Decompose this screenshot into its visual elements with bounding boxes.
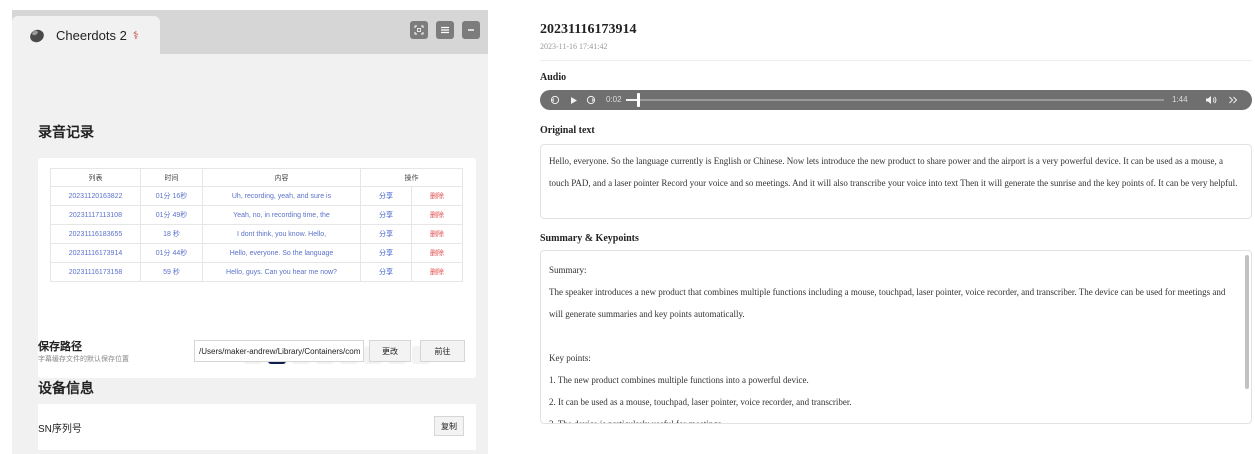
record-preview: Uh, recording, yeah, and sure is (202, 186, 361, 206)
table-row[interactable]: 20231117113108 01分 49秒 Yeah, no, in reco… (50, 205, 463, 225)
change-path-button[interactable]: 更改 (369, 340, 411, 362)
keypoint-item: 2. It can be used as a mouse, touchpad, … (549, 397, 852, 407)
save-path-input[interactable]: /Users/maker-andrew/Library/Containers/c… (194, 340, 364, 362)
header-content: 内容 (202, 168, 361, 187)
play-button[interactable] (566, 93, 580, 107)
keypoint-item: 3. The device is particularly useful for… (549, 419, 724, 424)
tab-cheerdots[interactable]: Cheerdots 2 ⚕ (12, 16, 160, 54)
header-actions: 操作 (360, 168, 463, 187)
seek-handle[interactable] (636, 93, 640, 107)
rewind-icon (550, 95, 560, 105)
double-chevron-right-icon (1229, 96, 1238, 104)
app-window: Cheerdots 2 ⚕ 录音记录 列表 时间 内容 操作 202311201… (12, 10, 488, 454)
share-button[interactable]: 分享 (360, 262, 412, 282)
seek-progress (626, 99, 637, 101)
record-id-link[interactable]: 20231116173914 (50, 243, 141, 263)
sn-label: SN序列号 (38, 424, 82, 435)
summary-text: The speaker introduces a new product tha… (549, 287, 1226, 319)
save-path-row: 保存路径 字幕缓存文件的默认保存位置 /Users/maker-andrew/L… (38, 336, 476, 370)
duration: 1:44 (1172, 95, 1188, 104)
share-button[interactable]: 分享 (360, 243, 412, 263)
record-date: 2023-11-16 17:41:42 (540, 42, 608, 51)
summary-heading: Summary: (549, 265, 587, 275)
table-row[interactable]: 20231116173914 01分 44秒 Hello, everyone. … (50, 243, 463, 263)
record-duration: 59 秒 (140, 262, 203, 282)
forward-button[interactable] (584, 93, 598, 107)
minimize-button[interactable] (462, 21, 480, 39)
share-button[interactable]: 分享 (360, 186, 412, 206)
summary-box[interactable]: Summary: The speaker introduces a new pr… (540, 250, 1252, 424)
save-path-title: 保存路径 (38, 341, 82, 353)
open-path-button[interactable]: 前往 (420, 340, 465, 362)
bluetooth-status-icon: ⚕ (132, 29, 139, 42)
sn-card: SN序列号 复制 (38, 404, 476, 450)
table-row[interactable]: 20231116173158 59 秒 Hello, guys. Can you… (50, 262, 463, 282)
delete-button[interactable]: 删除 (411, 243, 463, 263)
volume-icon (1206, 96, 1217, 104)
records-title: 录音记录 (38, 124, 94, 140)
rewind-button[interactable] (548, 93, 562, 107)
window-controls (410, 21, 480, 39)
hamburger-icon (441, 26, 449, 34)
header-time: 时间 (140, 168, 203, 187)
record-duration: 01分 49秒 (140, 205, 203, 225)
table-row[interactable]: 20231120163822 01分 16秒 Uh, recording, ye… (50, 186, 463, 206)
record-duration: 01分 44秒 (140, 243, 203, 263)
record-id-link[interactable]: 20231116173158 (50, 262, 141, 282)
divider (540, 60, 1252, 61)
device-info-title: 设备信息 (38, 380, 94, 396)
tab-label: Cheerdots 2 (56, 27, 127, 43)
more-options-button[interactable] (1226, 93, 1240, 107)
record-preview: Yeah, no, in recording time, the (202, 205, 361, 225)
delete-button[interactable]: 删除 (411, 262, 463, 282)
cheerdots-logo-icon (30, 29, 44, 43)
forward-icon (586, 95, 596, 105)
table-row[interactable]: 20231116183655 18 秒 I dont think, you kn… (50, 224, 463, 244)
audio-label: Audio (540, 72, 567, 83)
delete-button[interactable]: 删除 (411, 186, 463, 206)
minus-icon (468, 29, 474, 31)
record-title: 20231116173914 (540, 22, 637, 37)
summary-label: Summary & Keypoints (540, 233, 639, 244)
keypoints-heading: Key points: (549, 353, 591, 363)
records-table: 列表 时间 内容 操作 20231120163822 01分 16秒 Uh, r… (50, 168, 463, 282)
copy-sn-button[interactable]: 复制 (434, 416, 464, 436)
play-icon (570, 96, 577, 104)
volume-button[interactable] (1204, 93, 1218, 107)
record-preview: I dont think, you know. Hello, (202, 224, 361, 244)
record-id-link[interactable]: 20231117113108 (50, 205, 141, 225)
menu-button[interactable] (436, 21, 454, 39)
original-text: Hello, everyone. So the language current… (549, 156, 1238, 188)
record-id-link[interactable]: 20231116183655 (50, 224, 141, 244)
audio-player: 0:02 1:44 (540, 90, 1252, 110)
current-time: 0:02 (606, 95, 622, 104)
delete-button[interactable]: 删除 (411, 224, 463, 244)
delete-button[interactable]: 删除 (411, 205, 463, 225)
header-list: 列表 (50, 168, 141, 187)
record-detail-panel: 20231116173914 2023-11-16 17:41:42 Audio… (526, 10, 1255, 454)
summary-scrollbar[interactable] (1245, 255, 1249, 389)
record-duration: 01分 16秒 (140, 186, 203, 206)
original-text-label: Original text (540, 125, 595, 136)
original-text-box[interactable]: Hello, everyone. So the language current… (540, 144, 1252, 219)
tab-bar: Cheerdots 2 ⚕ (12, 10, 488, 54)
record-preview: Hello, everyone. So the language (202, 243, 361, 263)
save-path-subtitle: 字幕缓存文件的默认保存位置 (38, 356, 129, 363)
fullscreen-button[interactable] (410, 21, 428, 39)
record-id-link[interactable]: 20231120163822 (50, 186, 141, 206)
keypoint-item: 1. The new product combines multiple fun… (549, 375, 809, 385)
expand-icon (414, 25, 424, 35)
record-duration: 18 秒 (140, 224, 203, 244)
table-header-row: 列表 时间 内容 操作 (50, 168, 463, 187)
seek-bar[interactable] (626, 99, 1164, 101)
share-button[interactable]: 分享 (360, 224, 412, 244)
share-button[interactable]: 分享 (360, 205, 412, 225)
record-preview: Hello, guys. Can you hear me now? (202, 262, 361, 282)
